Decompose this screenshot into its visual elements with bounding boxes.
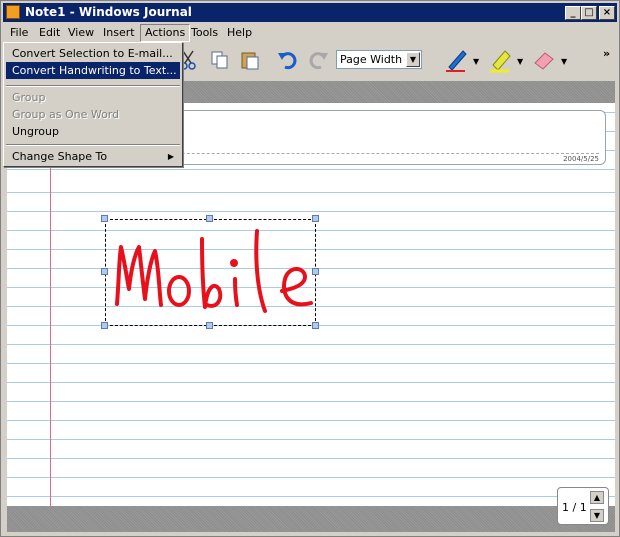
redo-icon xyxy=(309,52,328,70)
paste-icon[interactable] xyxy=(239,49,261,71)
maximize-button[interactable]: □ xyxy=(581,6,597,20)
menu-item-label: Change Shape To xyxy=(12,150,108,163)
chevron-down-icon[interactable]: ▼ xyxy=(406,52,420,67)
menu-tools[interactable]: Tools xyxy=(187,25,222,41)
menu-separator xyxy=(6,144,180,146)
menu-item-ungroup[interactable]: Ungroup xyxy=(6,123,180,140)
pen-dropdown-icon[interactable]: ▼ xyxy=(473,57,479,66)
page-navigator: 1 / 1 ▲ ▼ xyxy=(557,487,609,525)
eraser-icon[interactable] xyxy=(531,47,557,73)
menu-insert[interactable]: Insert xyxy=(99,25,139,41)
menu-help[interactable]: Help xyxy=(223,25,256,41)
eraser-dropdown-icon[interactable]: ▼ xyxy=(561,57,567,66)
menu-bar: File Edit View Insert Actions Tools Help xyxy=(3,23,617,42)
maximize-icon: □ xyxy=(584,7,594,18)
menu-file[interactable]: File xyxy=(6,25,32,41)
copy-icon[interactable] xyxy=(209,49,231,71)
menu-item-group: Group xyxy=(12,91,46,104)
margin-line xyxy=(50,161,51,506)
menu-item-convert-email[interactable]: Convert Selection to E-mail... xyxy=(6,45,180,62)
page-up-icon[interactable]: ▲ xyxy=(590,491,604,504)
menu-item-group-one-word: Group as One Word xyxy=(12,108,120,121)
menu-item-change-shape[interactable]: Change Shape To ▶ xyxy=(6,148,180,165)
close-button[interactable]: × xyxy=(599,6,615,20)
page-indicator: 1 / 1 xyxy=(562,501,587,514)
app-icon xyxy=(6,5,20,19)
handwriting-ink[interactable] xyxy=(107,219,317,325)
highlighter-dropdown-icon[interactable]: ▼ xyxy=(517,57,523,66)
pen-icon[interactable] xyxy=(443,47,469,73)
zoom-select[interactable]: Page Width ▼ xyxy=(336,50,422,69)
title-bar: Note1 - Windows Journal _ □ × xyxy=(3,3,617,22)
minimize-button[interactable]: _ xyxy=(565,6,581,20)
menu-actions[interactable]: Actions xyxy=(140,24,191,42)
workspace-background-bottom xyxy=(7,506,615,532)
zoom-value: Page Width xyxy=(340,53,403,66)
minimize-icon: _ xyxy=(570,7,576,18)
undo-icon[interactable] xyxy=(277,49,299,71)
menu-view[interactable]: View xyxy=(64,25,98,41)
highlighter-icon[interactable] xyxy=(487,47,513,73)
close-icon: × xyxy=(602,7,612,18)
menu-separator xyxy=(6,85,180,87)
menu-item-convert-handwriting[interactable]: Convert Handwriting to Text... xyxy=(6,62,180,79)
page-down-icon[interactable]: ▼ xyxy=(590,509,604,522)
menu-edit[interactable]: Edit xyxy=(35,25,64,41)
chevron-right-icon[interactable]: » xyxy=(603,47,610,60)
app-window: Note1 - Windows Journal _ □ × File Edit … xyxy=(0,0,620,537)
actions-menu: Convert Selection to E-mail... Convert H… xyxy=(3,42,183,167)
note-date: 2004/5/25 xyxy=(563,155,599,163)
window-title: Note1 - Windows Journal xyxy=(25,5,192,19)
submenu-arrow-icon: ▶ xyxy=(167,152,174,161)
